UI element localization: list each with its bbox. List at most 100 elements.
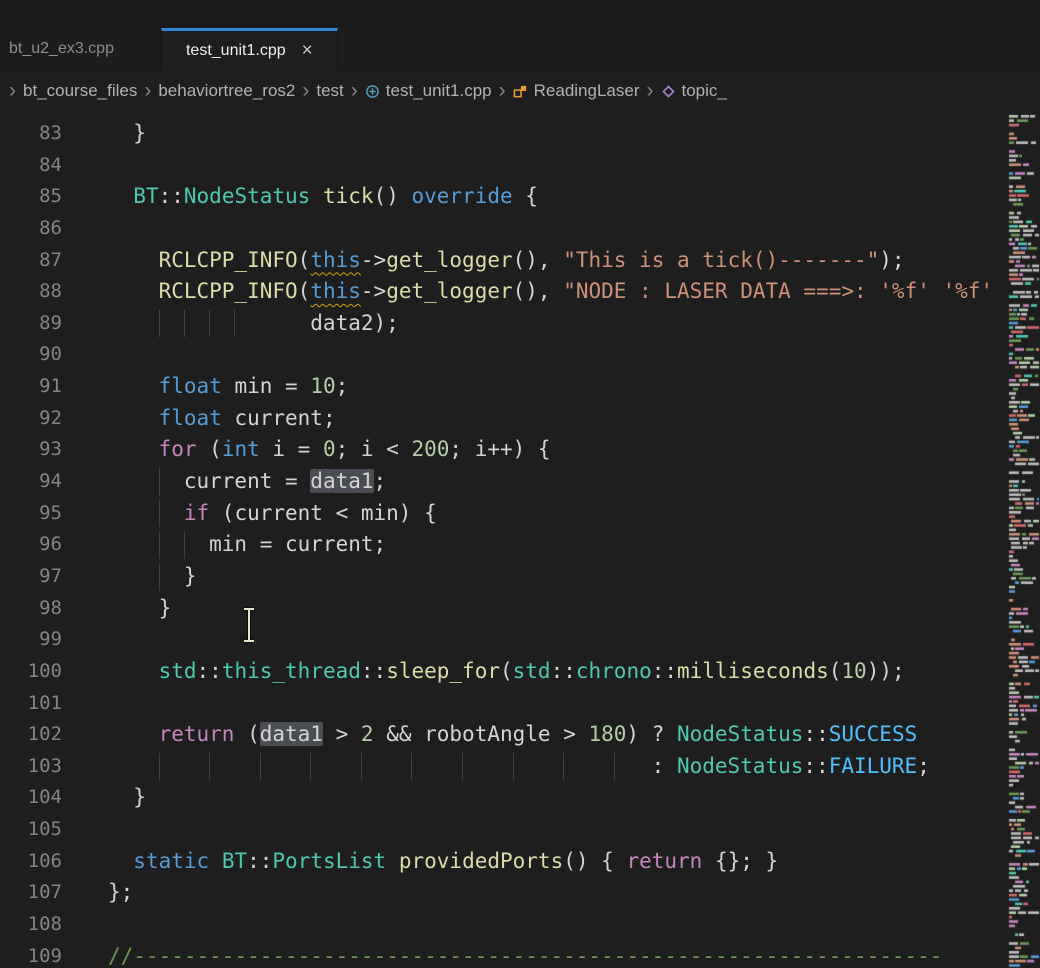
code-line-content[interactable]: static BT::PortsList providedPorts() { r… — [62, 846, 1008, 878]
breadcrumb-item-readinglaser[interactable]: ReadingLaser — [513, 81, 640, 101]
line-number[interactable]: 98 — [0, 593, 62, 625]
code-line-content[interactable]: : NodeStatus::FAILURE; — [62, 751, 1008, 783]
code-line-content[interactable] — [62, 150, 1008, 182]
code-line[interactable]: 91 float min = 10; — [0, 371, 1008, 403]
code-line[interactable]: 87 RCLCPP_INFO(this->get_logger(), "This… — [0, 245, 1008, 277]
code-line[interactable]: 86 — [0, 213, 1008, 245]
code-line[interactable]: 94 current = data1; — [0, 466, 1008, 498]
line-number[interactable]: 101 — [0, 688, 62, 720]
code-line[interactable]: 100 std::this_thread::sleep_for(std::chr… — [0, 656, 1008, 688]
line-number[interactable]: 100 — [0, 656, 62, 688]
code-line[interactable]: 92 float current; — [0, 403, 1008, 435]
code-line[interactable]: 105 — [0, 814, 1008, 846]
code-line[interactable]: 106 static BT::PortsList providedPorts()… — [0, 846, 1008, 878]
code-line[interactable]: 101 — [0, 688, 1008, 720]
code-line-content[interactable] — [62, 339, 1008, 371]
code-line-content[interactable]: } — [62, 118, 1008, 150]
line-number[interactable]: 107 — [0, 877, 62, 909]
code-line-content[interactable] — [62, 213, 1008, 245]
line-number[interactable]: 92 — [0, 403, 62, 435]
code-line[interactable]: 99 — [0, 624, 1008, 656]
breadcrumb-item-test-unit1-cpp[interactable]: test_unit1.cpp — [365, 81, 492, 101]
code-line-content[interactable]: current = data1; — [62, 466, 1008, 498]
line-number[interactable]: 104 — [0, 782, 62, 814]
code-line-content[interactable]: RCLCPP_INFO(this->get_logger(), "NODE : … — [62, 276, 1008, 308]
line-number[interactable]: 105 — [0, 814, 62, 846]
code-line[interactable]: 88 RCLCPP_INFO(this->get_logger(), "NODE… — [0, 276, 1008, 308]
code-line-content[interactable] — [62, 814, 1008, 846]
chevron-right-icon: › — [499, 80, 506, 101]
code-line[interactable]: 109//-----------------------------------… — [0, 941, 1008, 968]
vscode-window: bt_u2_ex3.cpptest_unit1.cpp× ›bt_course_… — [0, 0, 1040, 968]
line-number[interactable]: 108 — [0, 909, 62, 941]
line-number[interactable]: 84 — [0, 150, 62, 182]
chevron-right-icon: › — [351, 80, 358, 101]
code-line[interactable]: 102 return (data1 > 2 && robotAngle > 18… — [0, 719, 1008, 751]
code-lines[interactable]: 83 }8485 BT::NodeStatus tick() override … — [0, 112, 1008, 968]
indent-guide — [209, 310, 210, 338]
code-line[interactable]: 95 if (current < min) { — [0, 498, 1008, 530]
line-number[interactable]: 102 — [0, 719, 62, 751]
line-number[interactable]: 83 — [0, 118, 62, 150]
code-line[interactable]: 93 for (int i = 0; i < 200; i++) { — [0, 434, 1008, 466]
line-number[interactable]: 90 — [0, 339, 62, 371]
code-line-content[interactable]: }; — [62, 877, 1008, 909]
line-number[interactable]: 97 — [0, 561, 62, 593]
breadcrumb-item-bt-course-files[interactable]: bt_course_files — [23, 81, 137, 101]
code-line[interactable]: 98 } — [0, 593, 1008, 625]
code-line-content[interactable]: float current; — [62, 403, 1008, 435]
close-icon[interactable]: × — [302, 41, 313, 60]
line-number[interactable]: 96 — [0, 529, 62, 561]
code-line-content[interactable]: //--------------------------------------… — [62, 941, 1008, 968]
line-number[interactable]: 87 — [0, 245, 62, 277]
code-line[interactable]: 83 } — [0, 118, 1008, 150]
minimap[interactable] — [1008, 112, 1040, 968]
line-number[interactable]: 95 — [0, 498, 62, 530]
code-line-content[interactable]: } — [62, 593, 1008, 625]
code-line[interactable]: 108 — [0, 909, 1008, 941]
line-number[interactable]: 91 — [0, 371, 62, 403]
code-line[interactable]: 96 min = current; — [0, 529, 1008, 561]
code-line[interactable]: 84 — [0, 150, 1008, 182]
line-number[interactable]: 109 — [0, 941, 62, 968]
line-number[interactable]: 85 — [0, 181, 62, 213]
tab-bt-u2-ex3-cpp[interactable]: bt_u2_ex3.cpp — [0, 28, 161, 70]
code-line-content[interactable]: return (data1 > 2 && robotAngle > 180) ?… — [62, 719, 1008, 751]
tab-test-unit1-cpp[interactable]: test_unit1.cpp× — [161, 28, 338, 70]
code-line-content[interactable]: float min = 10; — [62, 371, 1008, 403]
line-number[interactable]: 106 — [0, 846, 62, 878]
code-line-content[interactable]: } — [62, 782, 1008, 814]
code-line-content[interactable] — [62, 688, 1008, 720]
code-line[interactable]: 103 : NodeStatus::FAILURE; — [0, 751, 1008, 783]
code-line-content[interactable]: if (current < min) { — [62, 498, 1008, 530]
line-number[interactable]: 93 — [0, 434, 62, 466]
code-line[interactable]: 107}; — [0, 877, 1008, 909]
line-number[interactable]: 88 — [0, 276, 62, 308]
code-line-content[interactable] — [62, 909, 1008, 941]
line-number[interactable]: 89 — [0, 308, 62, 340]
chevron-right-icon: › — [302, 80, 309, 101]
code-line-content[interactable] — [62, 624, 1008, 656]
editor-pane[interactable]: 83 }8485 BT::NodeStatus tick() override … — [0, 112, 1040, 968]
code-line-content[interactable]: BT::NodeStatus tick() override { — [62, 181, 1008, 213]
breadcrumb-item-topic-[interactable]: topic_ — [661, 81, 727, 101]
code-line-content[interactable]: for (int i = 0; i < 200; i++) { — [62, 434, 1008, 466]
indent-guide — [159, 468, 160, 496]
code-line-content[interactable]: min = current; — [62, 529, 1008, 561]
code-line[interactable]: 90 — [0, 339, 1008, 371]
code-line[interactable]: 85 BT::NodeStatus tick() override { — [0, 181, 1008, 213]
breadcrumb-item-behaviortree-ros2[interactable]: behaviortree_ros2 — [158, 81, 295, 101]
breadcrumb-item-test[interactable]: test — [316, 81, 343, 101]
code-line-content[interactable]: RCLCPP_INFO(this->get_logger(), "This is… — [62, 245, 1008, 277]
code-line[interactable]: 104 } — [0, 782, 1008, 814]
line-number[interactable]: 86 — [0, 213, 62, 245]
indent-guide — [159, 753, 160, 781]
code-line[interactable]: 89 data2); — [0, 308, 1008, 340]
code-line[interactable]: 97 } — [0, 561, 1008, 593]
code-line-content[interactable]: std::this_thread::sleep_for(std::chrono:… — [62, 656, 1008, 688]
line-number[interactable]: 99 — [0, 624, 62, 656]
code-line-content[interactable]: } — [62, 561, 1008, 593]
code-line-content[interactable]: data2); — [62, 308, 1008, 340]
line-number[interactable]: 94 — [0, 466, 62, 498]
line-number[interactable]: 103 — [0, 751, 62, 783]
